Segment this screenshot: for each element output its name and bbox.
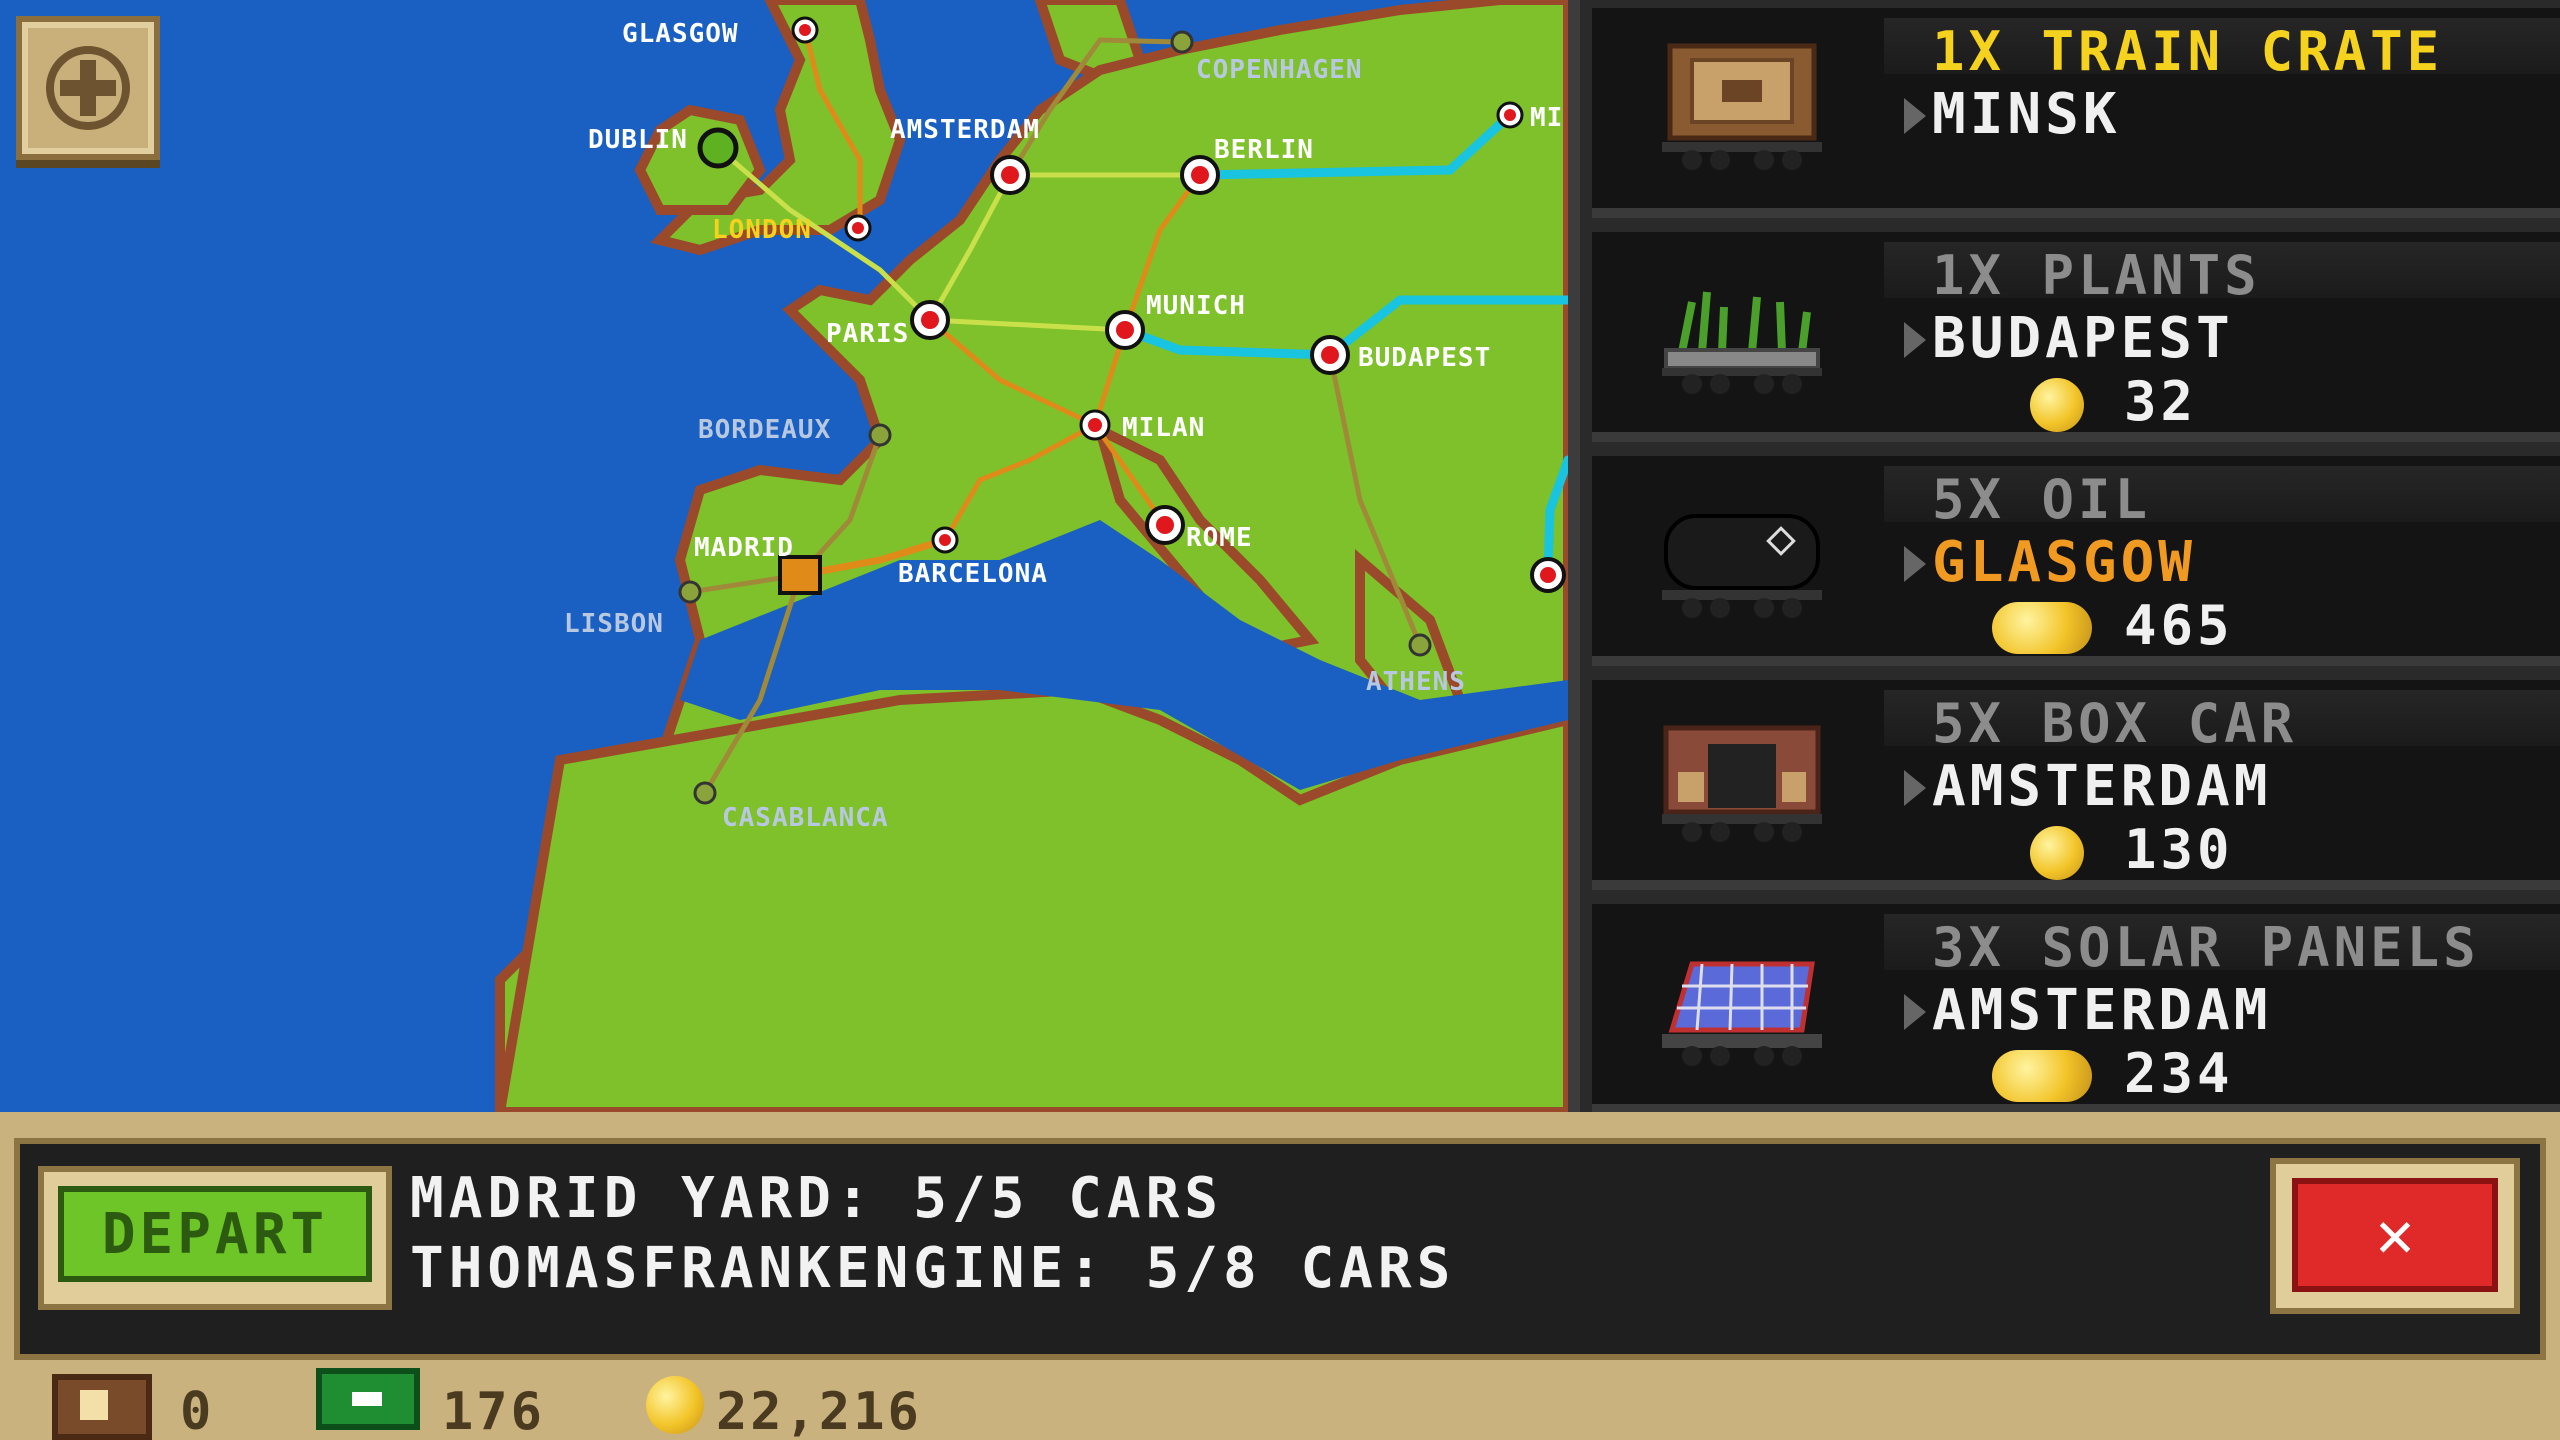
cash-count: 176 — [442, 1382, 545, 1440]
depart-button-label: DEPART — [58, 1186, 372, 1282]
city-label-milan: MILAN — [1122, 413, 1205, 443]
cargo-destination: MINSK — [1932, 82, 2121, 147]
city-label-london: LONDON — [712, 215, 812, 245]
city-label-amsterdam: AMSTERDAM — [890, 115, 1040, 145]
station-dublin — [697, 127, 739, 169]
cargo-reward: 32 — [2124, 370, 2198, 433]
city-label-paris: PARIS — [826, 319, 909, 349]
chevron-right-icon — [1904, 322, 1926, 358]
coin-stack-icon — [1992, 1050, 2092, 1102]
station-athens — [1408, 633, 1432, 657]
cargo-item[interactable]: 3X SOLAR PANELS AMSTERDAM 234 — [1592, 904, 2560, 1114]
city-label-glasgow: GLASGOW — [622, 19, 739, 49]
station-east — [1530, 557, 1566, 593]
city-label-berlin: BERLIN — [1214, 135, 1314, 165]
station-rome — [1145, 505, 1185, 545]
station-casablanca — [693, 781, 717, 805]
engine-capacity: THOMASFRANKENGINE: 5/8 CARS — [410, 1236, 1456, 1301]
city-label-munich: MUNICH — [1146, 291, 1246, 321]
close-icon: ✕ — [2292, 1178, 2498, 1292]
cargo-panel[interactable]: 1X TRAIN CRATE MINSK 1X PLANTS BUDAPEST … — [1568, 0, 2560, 1114]
map-canvas: GLASGOW DUBLIN LONDON AMSTERDAM COPENHAG… — [494, 0, 1568, 1112]
cash-icon — [316, 1368, 420, 1430]
city-label-budapest: BUDAPEST — [1358, 343, 1491, 373]
cargo-destination: GLASGOW — [1932, 530, 2197, 595]
bottom-bar: DEPART MADRID YARD: 5/5 CARS THOMASFRANK… — [0, 1112, 2560, 1440]
city-label-rome: ROME — [1186, 523, 1253, 553]
cargo-destination: AMSTERDAM — [1932, 978, 2272, 1043]
cargo-reward: 465 — [2124, 594, 2234, 657]
cargo-title: 3X SOLAR PANELS — [1932, 916, 2480, 979]
station-minsk — [1496, 101, 1524, 129]
coin-icon — [2030, 826, 2084, 880]
cargo-reward: 234 — [2124, 1042, 2234, 1105]
station-glasgow — [791, 16, 819, 44]
chevron-right-icon — [1904, 994, 1926, 1030]
station-milan — [1079, 409, 1111, 441]
city-label-lisbon: LISBON — [564, 609, 664, 639]
station-london — [844, 214, 872, 242]
cargo-reward: 130 — [2124, 818, 2234, 881]
resource-bar: 0 176 22,216 — [0, 1368, 2560, 1440]
coin-icon — [2030, 378, 2084, 432]
coin-count: 22,216 — [716, 1382, 922, 1440]
cargo-item[interactable]: 5X OIL GLASGOW 465 — [1592, 456, 2560, 666]
station-berlin — [1180, 155, 1220, 195]
city-label-copenhagen: COPENHAGEN — [1196, 55, 1363, 85]
solar-panel-car-icon — [1662, 961, 1822, 1066]
coin-stack-icon — [1992, 602, 2092, 654]
chevron-right-icon — [1904, 546, 1926, 582]
yard-capacity: MADRID YARD: 5/5 CARS — [410, 1166, 1224, 1231]
yard-panel: DEPART MADRID YARD: 5/5 CARS THOMASFRANK… — [14, 1138, 2546, 1360]
crate-icon — [52, 1374, 152, 1440]
city-label-dublin: DUBLIN — [588, 125, 688, 155]
station-barcelona — [931, 526, 959, 554]
chevron-right-icon — [1904, 770, 1926, 806]
city-label-barcelona: BARCELONA — [898, 559, 1048, 589]
station-paris — [910, 300, 950, 340]
station-amsterdam — [990, 155, 1030, 195]
station-lisbon — [678, 580, 702, 604]
city-label-bordeaux: BORDEAUX — [698, 415, 831, 445]
chevron-right-icon — [1904, 98, 1926, 134]
cargo-item[interactable]: 1X TRAIN CRATE MINSK — [1592, 8, 2560, 218]
zoom-in-button[interactable] — [16, 16, 160, 160]
cargo-destination: AMSTERDAM — [1932, 754, 2272, 819]
box-car-icon — [1662, 725, 1822, 842]
station-budapest — [1310, 335, 1350, 375]
station-munich — [1105, 310, 1145, 350]
europe-map[interactable]: GLASGOW DUBLIN LONDON AMSTERDAM COPENHAG… — [0, 0, 1568, 1112]
cargo-title: 5X BOX CAR — [1932, 692, 2298, 755]
cargo-title: 5X OIL — [1932, 468, 2152, 531]
cargo-title: 1X TRAIN CRATE — [1932, 20, 2444, 83]
cargo-item[interactable]: 5X BOX CAR AMSTERDAM 130 — [1592, 680, 2560, 890]
crate-count: 0 — [180, 1382, 215, 1440]
station-copenhagen — [1170, 30, 1194, 54]
city-label-minsk: MI — [1530, 103, 1563, 133]
cargo-title: 1X PLANTS — [1932, 244, 2261, 307]
coin-icon — [646, 1376, 704, 1434]
plants-car-icon — [1662, 291, 1822, 394]
oil-tank-car-icon — [1662, 514, 1822, 618]
depart-button[interactable]: DEPART — [38, 1166, 392, 1310]
city-label-casablanca: CASABLANCA — [722, 803, 889, 833]
station-bordeaux — [868, 423, 892, 447]
city-label-madrid: MADRID — [694, 533, 794, 563]
cargo-item[interactable]: 1X PLANTS BUDAPEST 32 — [1592, 232, 2560, 442]
city-label-athens: ATHENS — [1366, 667, 1466, 697]
train-crate-icon — [1662, 43, 1822, 170]
close-button[interactable]: ✕ — [2270, 1158, 2520, 1314]
cargo-destination: BUDAPEST — [1932, 306, 2234, 371]
